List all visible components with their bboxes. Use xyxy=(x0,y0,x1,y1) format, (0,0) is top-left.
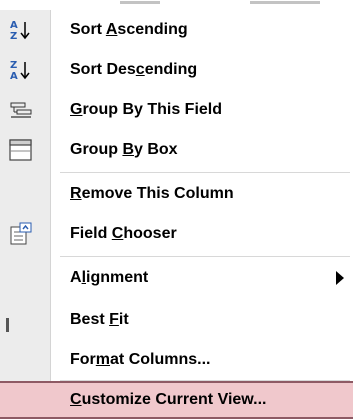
group-by-field-icon xyxy=(8,97,34,123)
menu-item-sort-ascending[interactable]: A Z Sort Ascending xyxy=(0,10,353,50)
menu-item-label: Format Columns... xyxy=(70,351,211,368)
menu-item-label: Field Chooser xyxy=(70,225,177,242)
sort-ascending-icon: A Z xyxy=(8,17,34,43)
window-edge-mark xyxy=(6,318,9,332)
menu-item-best-fit[interactable]: Best Fit xyxy=(0,300,353,340)
menu-item-label: Alignment xyxy=(70,269,149,286)
menu-item-alignment[interactable]: Alignment xyxy=(0,258,353,298)
menu-item-label: Sort Descending xyxy=(70,61,198,78)
svg-text:Z: Z xyxy=(10,60,17,71)
svg-text:A: A xyxy=(10,71,18,82)
menu-separator xyxy=(60,172,350,173)
partial-header-text xyxy=(250,1,320,4)
field-chooser-icon xyxy=(8,221,34,247)
partial-header-text xyxy=(120,1,160,4)
menu-item-customize-view[interactable]: Customize Current View... xyxy=(0,381,353,419)
svg-text:A: A xyxy=(10,20,18,31)
menu-item-field-chooser[interactable]: Field Chooser xyxy=(0,214,353,254)
submenu-arrow-icon xyxy=(336,271,344,285)
menu-separator xyxy=(60,256,350,257)
menu-item-sort-descending[interactable]: Z A Sort Descending xyxy=(0,50,353,90)
menu-item-label: Group By This Field xyxy=(70,101,223,118)
menu-item-label: Group By Box xyxy=(70,141,178,158)
menu-item-label: Remove This Column xyxy=(70,185,234,202)
menu-item-label: Best Fit xyxy=(70,311,129,328)
window-top-strip xyxy=(0,0,353,10)
menu-item-label: Customize Current View... xyxy=(70,391,267,408)
svg-text:Z: Z xyxy=(10,31,17,42)
sort-descending-icon: Z A xyxy=(8,57,34,83)
menu-item-label: Sort Ascending xyxy=(70,21,188,38)
menu-item-group-by-box[interactable]: Group By Box xyxy=(0,130,353,170)
menu-item-remove-column[interactable]: Remove This Column xyxy=(0,174,353,214)
menu-item-format-columns[interactable]: Format Columns... xyxy=(0,340,353,380)
menu-item-group-by-field[interactable]: Group By This Field xyxy=(0,90,353,130)
group-by-box-icon xyxy=(8,137,34,163)
context-menu: A Z Sort Ascending Z A Sort Descending G… xyxy=(0,10,353,419)
